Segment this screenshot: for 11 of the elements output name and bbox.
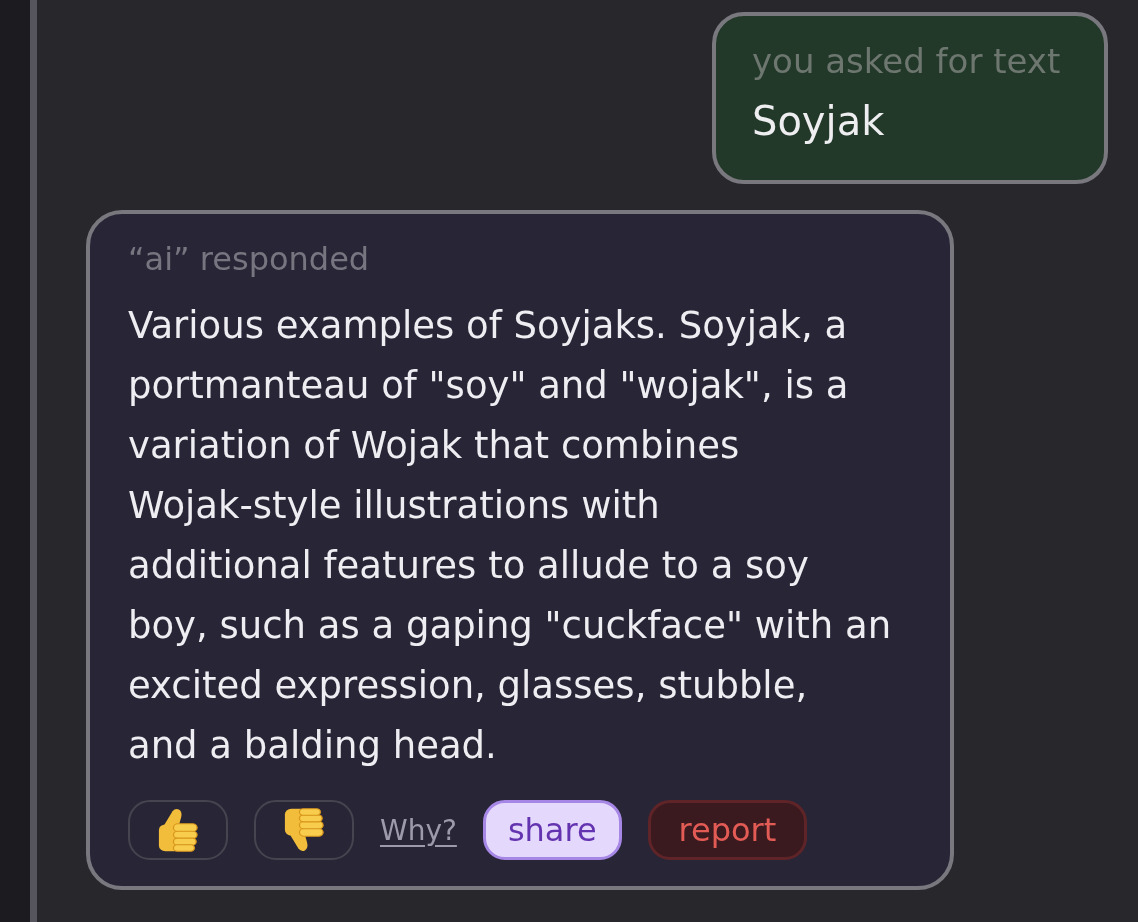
- sender-label: “ai” responded: [128, 239, 371, 280]
- share-button[interactable]: share: [482, 800, 622, 860]
- why-link[interactable]: Why?: [380, 813, 457, 847]
- message-text: Soyjak: [752, 97, 886, 146]
- like-button[interactable]: [128, 800, 228, 860]
- thumbs-down-icon: [284, 808, 324, 852]
- thumbs-up-icon: [158, 808, 198, 852]
- sender-label: you asked for text: [752, 40, 1062, 83]
- response-text: Various examples of Soyjaks. Soyjak, a portmanteau of "soy" and "wojak", is a variation of Wojak that combines Wojak-style illustrations with additional features to allude to a soy boy, such as a gaping "cuckface" with an excited expression, glasses, stubble, and a balding head.: [128, 303, 893, 769]
- report-button[interactable]: report: [647, 800, 808, 860]
- dislike-button[interactable]: [254, 800, 354, 860]
